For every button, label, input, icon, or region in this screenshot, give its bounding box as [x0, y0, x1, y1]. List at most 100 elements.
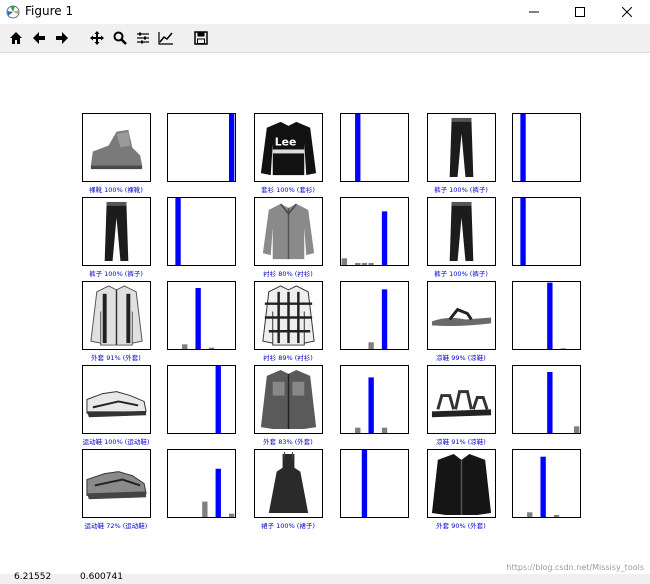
watermark-text: https://blog.csdn.net/Missisy_tools: [506, 563, 644, 572]
probability-bar-chart: [167, 365, 236, 434]
prediction-caption: 衬衫 89% (衬衫): [263, 354, 313, 362]
probability-bar-class-2: [355, 262, 361, 265]
y-coordinate-readout: 0.600741: [80, 572, 123, 582]
probability-bar-svg: [520, 198, 526, 265]
probability-bar-class-5: [547, 372, 553, 433]
configure-subplots-button[interactable]: [133, 28, 153, 48]
garment-image: [431, 307, 492, 327]
probability-bar-svg: [175, 198, 181, 265]
probability-bar-chart: [512, 449, 581, 518]
garment-image: [449, 201, 474, 262]
prediction-caption: 凉鞋 99% (凉鞋): [436, 354, 486, 362]
garment-image-panel: [427, 449, 496, 518]
probability-bar-class-7: [215, 468, 221, 517]
probability-bar-chart: [167, 449, 236, 518]
garment-image: [86, 391, 147, 418]
garment-image: Lee: [260, 121, 317, 176]
garment-image-panel: [82, 449, 151, 518]
probability-bar-class-6: [553, 514, 560, 517]
probability-bar-class-4: [368, 342, 374, 349]
probability-bar-class-3: [361, 262, 368, 265]
probability-bar-class-1: [520, 114, 526, 181]
prediction-caption: 运动鞋 100% (运动鞋): [82, 438, 150, 446]
probability-bar-chart: [512, 113, 581, 182]
window-title: Figure 1: [25, 4, 74, 18]
probability-bar-svg: [361, 450, 368, 517]
garment-image: [449, 117, 474, 178]
probability-bar-class-2: [527, 512, 533, 517]
prediction-caption: 外套 91% (外套): [91, 354, 141, 362]
prediction-caption: 裤子 100% (裤子): [434, 186, 488, 194]
garment-image-panel: [254, 281, 323, 350]
probability-bar-class-1: [520, 198, 526, 265]
minimize-button[interactable]: [511, 0, 557, 24]
garment-image: [262, 203, 315, 260]
garment-image: [86, 471, 147, 500]
probability-bar-chart: [167, 281, 236, 350]
prediction-caption: 衬衫 80% (衬衫): [263, 270, 313, 278]
garment-image: [431, 390, 492, 418]
figure-canvas[interactable]: 裸靴 100% (裸靴) Lee 套衫 100% (套衫) 裤子 100% (裤子) 裤…: [0, 53, 650, 574]
forward-button[interactable]: [52, 28, 72, 48]
probability-bar-svg: [547, 282, 566, 349]
edit-axes-button[interactable]: [156, 28, 176, 48]
probability-bar-class-9: [573, 426, 580, 433]
configure-subplots-icon: [137, 32, 149, 44]
probability-bar-chart: [167, 197, 236, 266]
probability-bar-chart: [340, 113, 409, 182]
maximize-icon: [575, 7, 585, 17]
garment-image-panel: [254, 365, 323, 434]
forward-arrow-icon: [56, 32, 68, 44]
probability-bar-class-2: [355, 427, 361, 433]
probability-bar-class-2: [355, 114, 361, 181]
svg-text:Lee: Lee: [275, 136, 297, 149]
garment-image-panel: [427, 365, 496, 434]
probability-bar-class-6: [208, 347, 215, 349]
prediction-caption: 运动鞋 72% (运动鞋): [84, 522, 148, 530]
probability-bar-class-4: [540, 456, 546, 517]
probability-bar-svg: [341, 211, 388, 265]
prediction-caption: 套衫 100% (套衫): [261, 186, 315, 194]
garment-image: [268, 451, 309, 514]
probability-bar-chart: [512, 365, 581, 434]
garment-image-panel: [427, 281, 496, 350]
probability-bar-svg: [215, 366, 221, 433]
probability-bar-class-9: [228, 114, 235, 181]
probability-bar-svg: [355, 114, 361, 181]
probability-bar-class-9: [228, 513, 235, 517]
garment-image-panel: [82, 365, 151, 434]
pan-button[interactable]: [87, 28, 107, 48]
garment-image-panel: [254, 449, 323, 518]
prediction-caption: 裙子 100% (裙子): [261, 522, 315, 530]
probability-bar-svg: [547, 372, 580, 433]
back-arrow-icon: [33, 32, 45, 44]
garment-image: [90, 285, 143, 346]
probability-bar-class-4: [195, 288, 201, 349]
probability-bar-class-1: [175, 198, 181, 265]
probability-bar-chart: [512, 281, 581, 350]
pan-icon: [90, 31, 104, 45]
close-button[interactable]: [604, 0, 650, 24]
prediction-caption: 裤子 100% (裤子): [434, 270, 488, 278]
garment-image-panel: [82, 281, 151, 350]
probability-bar-svg: [202, 468, 235, 517]
probability-bar-class-7: [215, 366, 221, 433]
probability-bar-class-3: [361, 450, 368, 517]
probability-bar-svg: [527, 456, 560, 517]
probability-bar-chart: [340, 197, 409, 266]
garment-image-panel: [82, 197, 151, 266]
probability-bar-chart: [340, 365, 409, 434]
x-coordinate-readout: 6.21552: [14, 572, 52, 582]
probability-bar-svg: [182, 288, 215, 349]
probability-bar-class-4: [368, 377, 374, 433]
probability-bar-class-6: [381, 289, 388, 349]
maximize-button[interactable]: [557, 0, 603, 24]
garment-image-panel: [82, 113, 151, 182]
back-button[interactable]: [29, 28, 49, 48]
zoom-button[interactable]: [110, 28, 130, 48]
home-button[interactable]: [6, 28, 26, 48]
save-button[interactable]: [191, 28, 211, 48]
probability-bar-class-6: [381, 427, 388, 433]
status-bar: 6.21552 0.600741: [0, 572, 650, 584]
garment-image-panel: Lee: [254, 113, 323, 182]
